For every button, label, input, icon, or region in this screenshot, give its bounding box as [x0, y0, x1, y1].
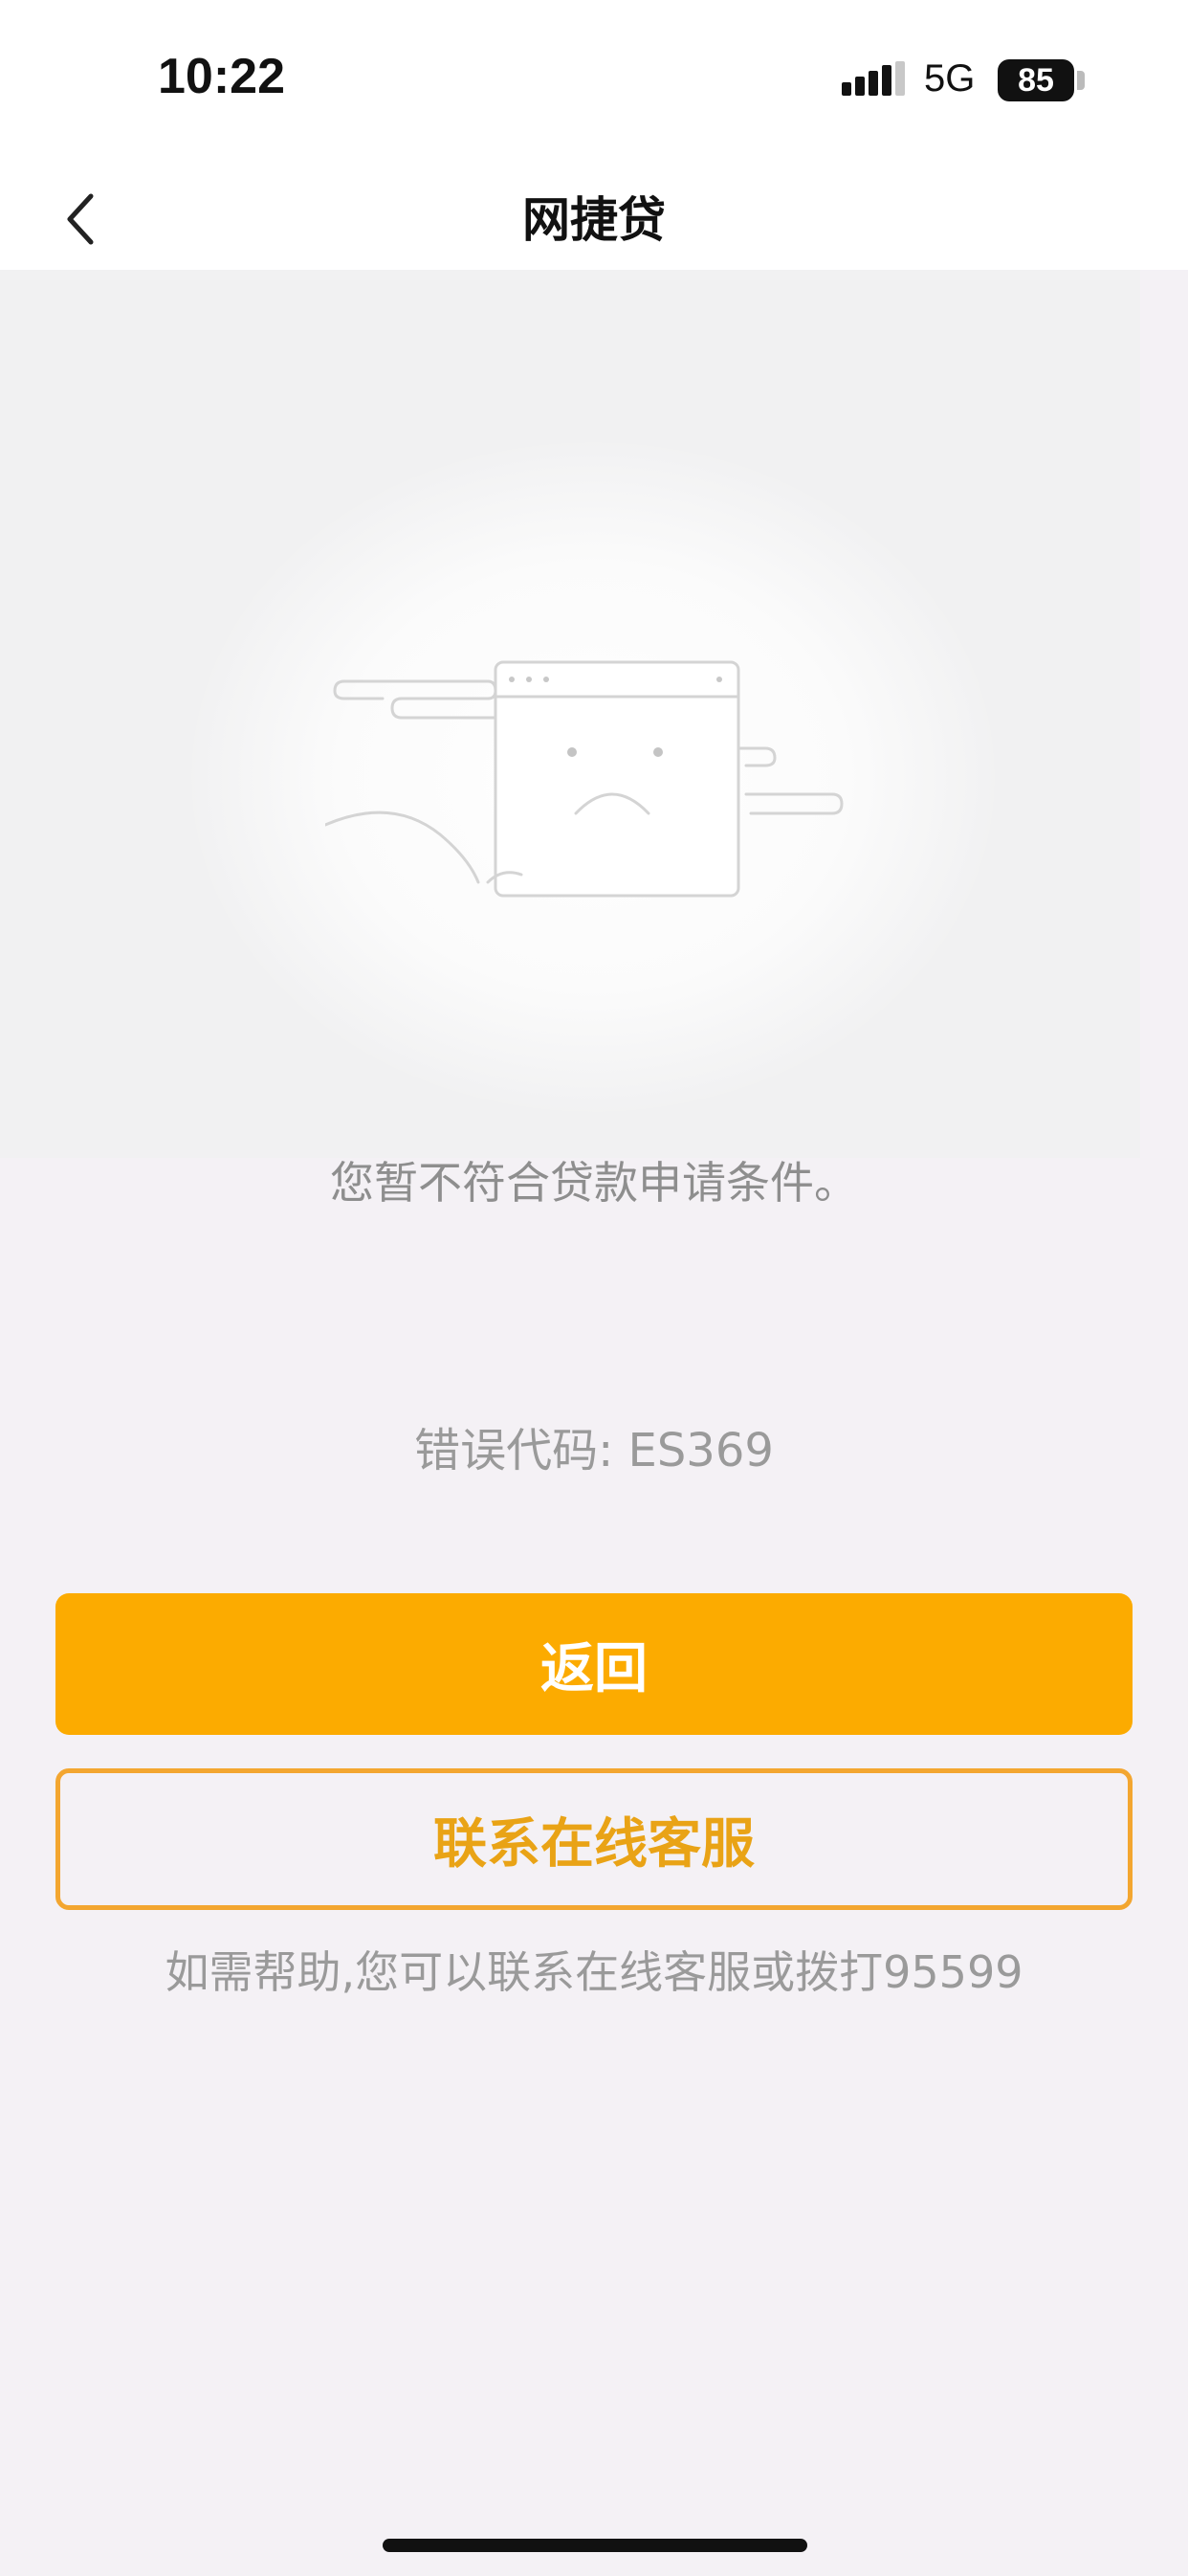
contact-online-service-button[interactable]: 联系在线客服 — [55, 1768, 1133, 1910]
help-text: 如需帮助,您可以联系在线客服或拨打95599 — [165, 1946, 1023, 1998]
ineligible-message: 您暂不符合贷款申请条件。 — [330, 1157, 858, 1209]
page-title: 网捷贷 — [522, 192, 666, 248]
app-screen: 10:22 5G 85 网捷贷 您暂不符合贷款申请条件。 错误代码: ES369… — [0, 0, 1188, 2576]
sad-browser-window-illustration — [325, 660, 844, 898]
illustration-area — [0, 270, 1140, 1158]
network-type: 5G — [924, 57, 976, 100]
cellular-signal-icon — [842, 61, 905, 96]
battery-tip — [1077, 71, 1085, 90]
status-bar: 10:22 5G 85 — [0, 0, 1188, 163]
return-button[interactable]: 返回 — [55, 1593, 1133, 1735]
nav-bar: 网捷贷 — [0, 163, 1188, 270]
battery-indicator: 85 — [998, 59, 1074, 101]
error-code: 错误代码: ES369 — [414, 1424, 774, 1477]
home-indicator[interactable] — [383, 2539, 807, 2552]
status-time: 10:22 — [158, 49, 285, 104]
